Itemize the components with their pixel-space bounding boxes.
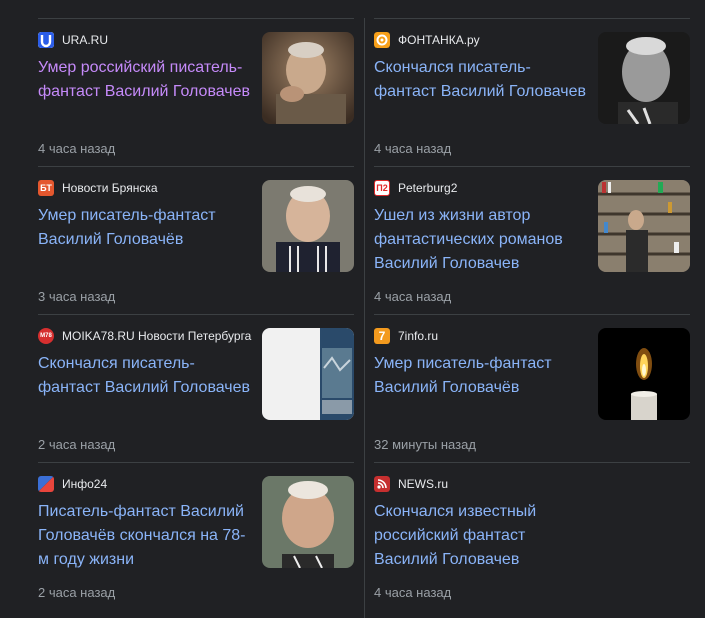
article-time: 2 часа назад — [38, 437, 116, 452]
article-thumbnail[interactable] — [598, 32, 690, 124]
news-card[interactable]: URA.RU Умер российский писатель-фантаст … — [38, 18, 354, 166]
source-row: БТ Новости Брянска — [38, 180, 158, 196]
article-thumbnail[interactable] — [262, 32, 354, 124]
source-row: 7 7info.ru — [374, 328, 438, 344]
peterburg2-favicon-icon: П2 — [374, 180, 390, 196]
article-title-link[interactable]: Умер российский писатель-фантаст Василий… — [38, 56, 256, 104]
source-name: Инфо24 — [62, 477, 108, 491]
source-name: NEWS.ru — [398, 477, 449, 491]
article-time: 4 часа назад — [374, 289, 452, 304]
news-card[interactable]: M78 MOIKA78.RU Новости Петербурга Сконча… — [38, 314, 354, 462]
article-thumbnail[interactable] — [598, 328, 690, 420]
article-title-link[interactable]: Умер писатель-фантаст Василий Головачёв — [38, 204, 256, 252]
article-time: 3 часа назад — [38, 289, 116, 304]
news-card[interactable]: 7 7info.ru Умер писатель-фантаст Василий… — [374, 314, 690, 462]
source-name: MOIKA78.RU Новости Петербурга — [62, 329, 252, 343]
news-card[interactable]: ФОНТАНКА.ру Скончался писатель-фантаст В… — [374, 18, 690, 166]
novosti-bryanska-favicon-icon: БТ — [38, 180, 54, 196]
news-card[interactable]: Инфо24 Писатель-фантаст Василий Головачё… — [38, 462, 354, 610]
article-title-link[interactable]: Ушел из жизни автор фантастических роман… — [374, 204, 592, 276]
article-time: 4 часа назад — [374, 141, 452, 156]
article-time: 32 минуты назад — [374, 437, 476, 452]
article-thumbnail[interactable] — [262, 180, 354, 272]
article-title-link[interactable]: Скончался писатель-фантаст Василий Голов… — [374, 56, 592, 104]
source-row: NEWS.ru — [374, 476, 448, 492]
ura-favicon-icon — [38, 32, 54, 48]
news-card[interactable]: П2 Peterburg2 Ушел из жизни автор фантас… — [374, 166, 690, 314]
7info-favicon-icon: 7 — [374, 328, 390, 344]
source-name: Новости Брянска — [62, 181, 158, 195]
source-row: П2 Peterburg2 — [374, 180, 457, 196]
source-row: URA.RU — [38, 32, 108, 48]
news-grid: URA.RU Умер российский писатель-фантаст … — [38, 18, 690, 610]
newsru-favicon-icon — [374, 476, 390, 492]
moika78-favicon-icon: M78 — [38, 328, 54, 344]
news-card[interactable]: NEWS.ru Скончался известный российский ф… — [374, 462, 690, 610]
article-title-link[interactable]: Умер писатель-фантаст Василий Головачёв — [374, 352, 592, 400]
article-thumbnail[interactable] — [262, 476, 354, 568]
source-name: ФОНТАНКА.ру — [398, 33, 480, 47]
article-title-link[interactable]: Скончался известный российский фантаст В… — [374, 500, 592, 572]
article-thumbnail[interactable] — [598, 180, 690, 272]
article-time: 4 часа назад — [374, 585, 452, 600]
article-title-link[interactable]: Писатель-фантаст Василий Головачёв сконч… — [38, 500, 256, 572]
source-name: 7info.ru — [398, 329, 439, 343]
fontanka-favicon-icon — [374, 32, 390, 48]
article-title-link[interactable]: Скончался писатель-фантаст Василий Голов… — [38, 352, 256, 400]
article-time: 2 часа назад — [38, 585, 116, 600]
news-card[interactable]: БТ Новости Брянска Умер писатель-фантаст… — [38, 166, 354, 314]
article-thumbnail[interactable] — [262, 328, 354, 420]
source-row: Инфо24 — [38, 476, 107, 492]
source-row: M78 MOIKA78.RU Новости Петербурга — [38, 328, 251, 344]
article-time: 4 часа назад — [38, 141, 116, 156]
source-row: ФОНТАНКА.ру — [374, 32, 480, 48]
source-name: URA.RU — [62, 33, 109, 47]
info24-favicon-icon — [38, 476, 54, 492]
source-name: Peterburg2 — [398, 181, 458, 195]
